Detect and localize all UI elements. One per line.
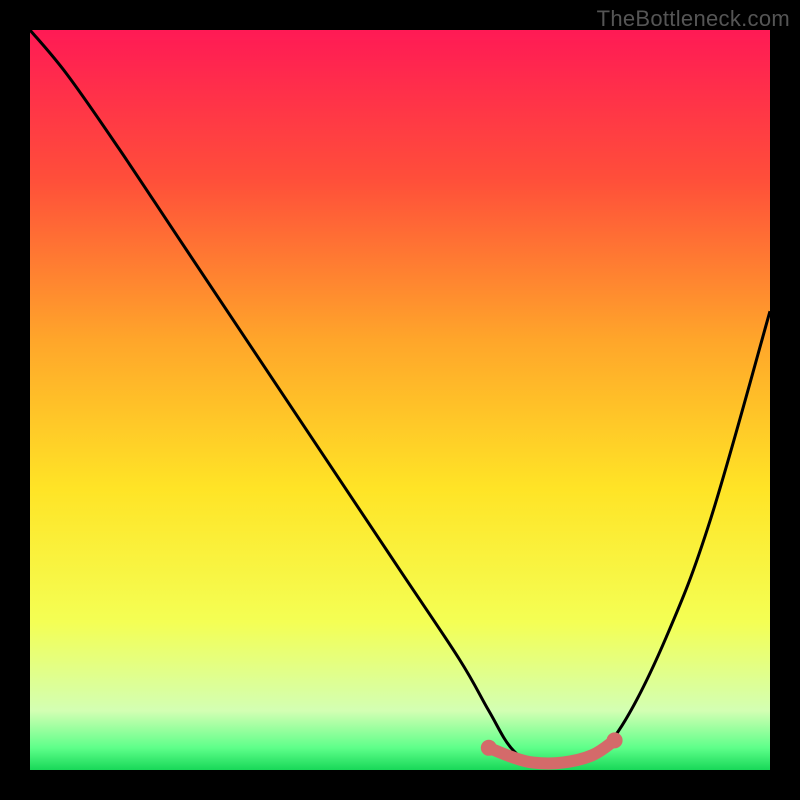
optimal-endpoint-dot (607, 732, 623, 748)
chart-frame (30, 30, 770, 770)
optimal-endpoint-dot (481, 740, 497, 756)
chart-svg (30, 30, 770, 770)
gradient-background (30, 30, 770, 770)
watermark-text: TheBottleneck.com (597, 6, 790, 32)
